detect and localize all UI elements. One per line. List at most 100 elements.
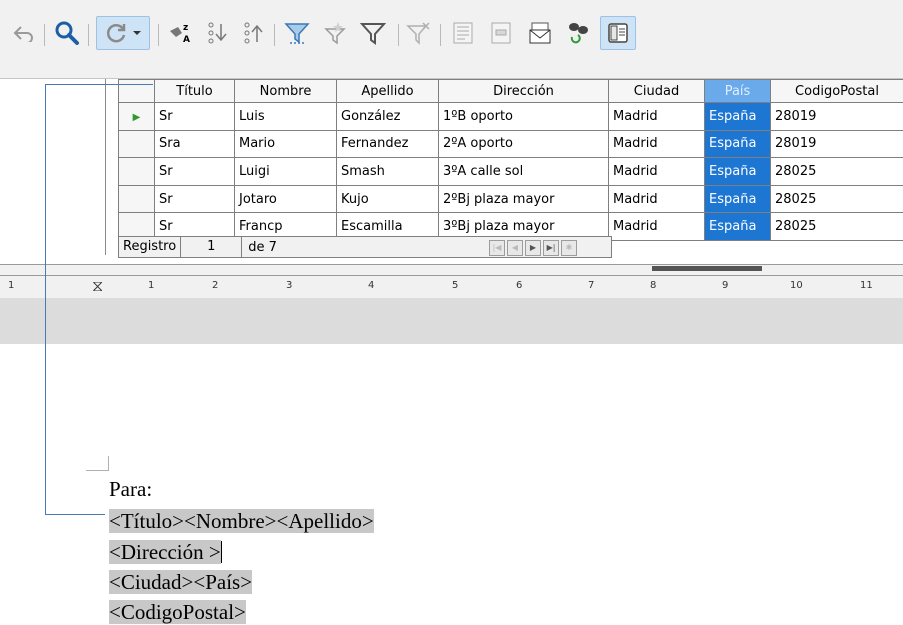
merge-field[interactable]: <CodigoPostal> — [109, 600, 246, 624]
new-record-button[interactable]: ✱ — [561, 240, 577, 256]
splitter-handle[interactable] — [652, 266, 762, 271]
ruler-label: 5 — [452, 280, 458, 291]
refresh-dropdown-icon[interactable] — [132, 28, 142, 38]
cell[interactable]: 2ºA oporto — [439, 130, 609, 158]
column-header-ciudad[interactable]: Ciudad — [609, 80, 705, 103]
reset-filter-icon[interactable] — [402, 16, 436, 50]
next-record-button[interactable]: ▶ — [525, 240, 541, 256]
column-header-pais[interactable]: País — [705, 80, 771, 103]
column-header-nombre[interactable]: Nombre — [235, 80, 337, 103]
cell-selected[interactable]: España — [705, 103, 771, 131]
first-record-button[interactable]: |◀ — [489, 240, 505, 256]
grid-corner[interactable] — [119, 80, 155, 103]
apply-filter-icon[interactable] — [318, 16, 352, 50]
cell[interactable]: Kujo — [337, 185, 439, 213]
cell[interactable]: Madrid — [609, 185, 705, 213]
cell-selected[interactable]: España — [705, 213, 771, 241]
cell[interactable]: 28019 — [771, 103, 903, 131]
ruler-label: 1 — [148, 280, 154, 291]
cell-selected[interactable]: España — [705, 185, 771, 213]
cell[interactable]: Mario — [235, 130, 337, 158]
refresh-button[interactable] — [96, 16, 150, 50]
cell[interactable]: 28025 — [771, 158, 903, 186]
column-header-titulo[interactable]: Título — [155, 80, 235, 103]
row-handle[interactable] — [119, 158, 155, 186]
merge-field[interactable]: <Dirección > — [109, 540, 221, 564]
cell[interactable]: Madrid — [609, 103, 705, 131]
find-record-icon[interactable] — [50, 16, 84, 50]
cell[interactable]: 3ºA calle sol — [439, 158, 609, 186]
tab-stop-icon[interactable]: ⧖ — [92, 276, 103, 296]
previous-record-button[interactable]: ◀ — [507, 240, 523, 256]
table-row[interactable]: Sr Jotaro Kujo 2ºBj plaza mayor Madrid E… — [119, 185, 903, 213]
cell[interactable]: Smash — [337, 158, 439, 186]
cell-selected[interactable]: España — [705, 158, 771, 186]
cell[interactable]: González — [337, 103, 439, 131]
anchor-line — [45, 514, 105, 515]
cell[interactable]: Madrid — [609, 130, 705, 158]
cell[interactable]: Sra — [155, 130, 235, 158]
table-row[interactable]: Sra Mario Fernandez 2ºA oporto Madrid Es… — [119, 130, 903, 158]
cell[interactable]: 28019 — [771, 130, 903, 158]
pane-splitter[interactable] — [0, 264, 903, 276]
row-handle[interactable] — [119, 185, 155, 213]
record-navigator: Registro 1 de 7 |◀ ◀ ▶ ▶| ✱ — [118, 236, 612, 258]
merge-field[interactable]: <Ciudad><País> — [109, 570, 252, 594]
cell-selected[interactable]: España — [705, 130, 771, 158]
sort-descending-icon[interactable] — [236, 16, 270, 50]
text-para: Para: — [109, 477, 152, 501]
ruler-label: 9 — [722, 280, 728, 291]
ruler-label: 8 — [650, 280, 656, 291]
cell[interactable]: Luis — [235, 103, 337, 131]
cell[interactable]: Madrid — [609, 158, 705, 186]
cell[interactable]: Sr — [155, 103, 235, 131]
data-to-text-icon[interactable] — [446, 16, 480, 50]
data-source-icon[interactable] — [562, 16, 596, 50]
data-source-explorer[interactable] — [0, 79, 106, 255]
column-header-apellido[interactable]: Apellido — [337, 80, 439, 103]
document-line[interactable]: <Ciudad><País> — [109, 569, 252, 595]
column-header-direccion[interactable]: Dirección — [439, 80, 609, 103]
cell[interactable]: 2ºBj plaza mayor — [439, 185, 609, 213]
column-header-codigopostal[interactable]: CodigoPostal — [771, 80, 903, 103]
table-row[interactable]: ▶ Sr Luis González 1ºB oporto Madrid Esp… — [119, 103, 903, 131]
record-number-field[interactable]: 1 — [181, 237, 242, 257]
data-grid: Título Nombre Apellido Dirección Ciudad … — [118, 79, 903, 241]
cell[interactable]: Fernandez — [337, 130, 439, 158]
ruler-label: 4 — [368, 280, 374, 291]
sort-ascending-icon[interactable] — [200, 16, 234, 50]
last-record-button[interactable]: ▶| — [543, 240, 559, 256]
anchor-line — [45, 84, 153, 85]
standard-filter-icon[interactable] — [356, 16, 390, 50]
merge-field[interactable]: <Título><Nombre><Apellido> — [109, 509, 374, 533]
document-line[interactable]: <CodigoPostal> — [109, 599, 246, 625]
undo-icon[interactable] — [6, 16, 40, 50]
sort-icon[interactable]: zA — [164, 16, 198, 50]
horizontal-ruler[interactable]: 1 ⧖ 1 2 3 4 5 6 7 8 9 10 11 — [0, 276, 903, 298]
table-row[interactable]: Sr Luigi Smash 3ºA calle sol Madrid Espa… — [119, 158, 903, 186]
anchor-line — [45, 84, 46, 514]
explorer-toggle-icon[interactable] — [600, 16, 636, 50]
row-handle[interactable]: ▶ — [119, 103, 155, 131]
cell[interactable]: Luigi — [235, 158, 337, 186]
document-line[interactable]: <Dirección > — [109, 539, 222, 565]
svg-text:z: z — [183, 23, 188, 33]
document-line[interactable]: Para: — [109, 476, 152, 502]
cell[interactable]: Madrid — [609, 213, 705, 241]
cell[interactable]: Jotaro — [235, 185, 337, 213]
svg-text:A: A — [183, 35, 190, 45]
data-to-fields-icon[interactable] — [484, 16, 518, 50]
cell[interactable]: 1ºB oporto — [439, 103, 609, 131]
cell[interactable]: Sr — [155, 158, 235, 186]
mail-merge-icon[interactable] — [524, 16, 558, 50]
cell[interactable]: Sr — [155, 185, 235, 213]
grid-header-row: Título Nombre Apellido Dirección Ciudad … — [119, 80, 903, 103]
autofilter-icon[interactable] — [280, 16, 314, 50]
row-handle[interactable] — [119, 130, 155, 158]
cell[interactable]: 28025 — [771, 185, 903, 213]
cell[interactable]: 28025 — [771, 213, 903, 241]
ruler-label: 2 — [212, 280, 218, 291]
ruler-label: 10 — [790, 280, 803, 291]
document-line[interactable]: <Título><Nombre><Apellido> — [109, 508, 374, 534]
ruler-label: 3 — [286, 280, 292, 291]
